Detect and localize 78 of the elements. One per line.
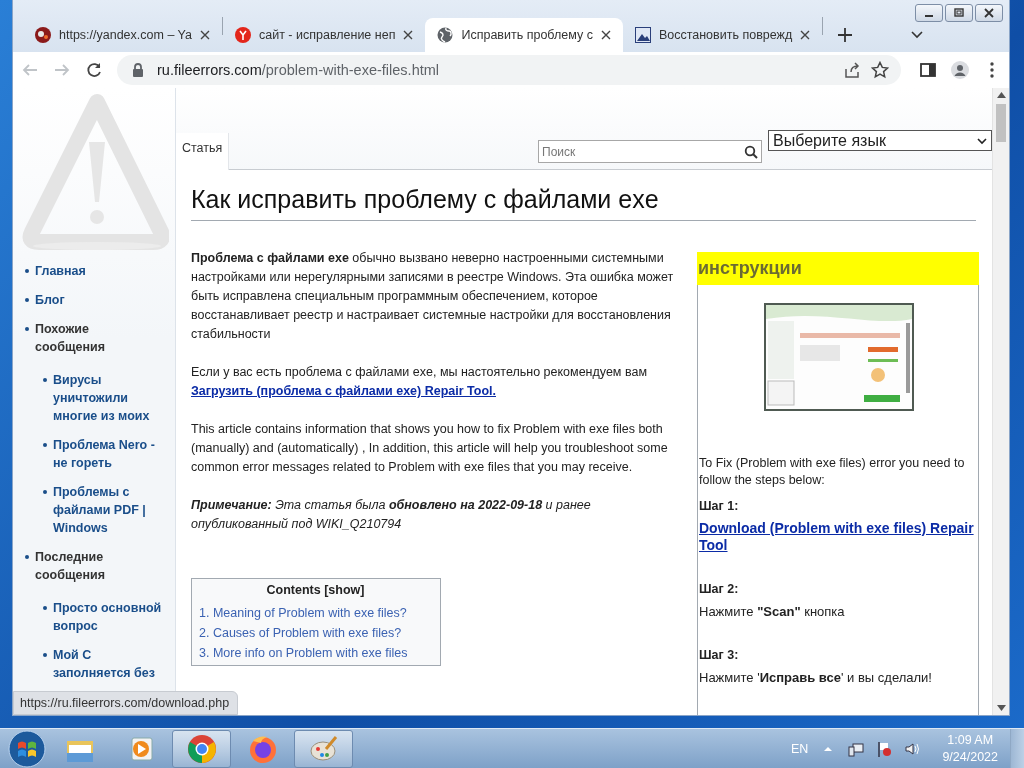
reload-icon[interactable]: [85, 61, 103, 79]
chevron-down-icon: [977, 136, 987, 145]
scroll-up-icon[interactable]: [996, 92, 1006, 98]
sidebar-link[interactable]: Проблемы с файлами PDF | Windows: [53, 483, 169, 537]
bullet-icon: [25, 298, 29, 302]
bullet-icon: [25, 555, 29, 559]
close-icon[interactable]: [199, 30, 210, 40]
bullet-icon: [43, 490, 47, 494]
search-icon[interactable]: [744, 145, 758, 159]
restore-icon[interactable]: [953, 8, 965, 18]
flag-icon[interactable]: [876, 740, 893, 757]
minimize-button[interactable]: [915, 4, 943, 22]
step-label: Шаг 1:: [699, 499, 740, 513]
bullet-icon: [43, 443, 47, 447]
ball-icon: [35, 27, 51, 43]
browser-tab[interactable]: Исправить проблему с: [425, 18, 623, 52]
side-panel-icon[interactable]: [919, 61, 937, 79]
download-link[interactable]: Загрузить (проблема с файлами exe) Repair Tool.: [191, 384, 496, 398]
sidebar-link[interactable]: Блог: [35, 291, 65, 309]
step-label: Шаг 2:: [699, 582, 740, 596]
sidebar-link[interactable]: Вирусы уничтожили многие из моих: [53, 371, 169, 425]
instructions-text: To Fix (Problem with exe files) error you need to follow the steps below:: [699, 455, 966, 489]
step-text: Нажмите "Scan" кнопка: [699, 603, 846, 620]
sidebar-heading: Последние сообщения: [35, 549, 106, 584]
taskbar-button[interactable]: [294, 729, 353, 768]
share-icon[interactable]: [843, 61, 861, 79]
network-icon[interactable]: [848, 740, 865, 757]
chrome-icon: [185, 732, 218, 765]
bullet-icon: [25, 269, 29, 273]
step-label: Шаг 3:: [699, 648, 740, 662]
chevron-down-icon[interactable]: [911, 30, 924, 40]
bullet-icon: [25, 327, 29, 331]
close-icon[interactable]: [983, 8, 995, 18]
sidebar-link[interactable]: Просто основной вопрос: [53, 599, 169, 635]
contents-link[interactable]: 3. More info on Problem with exe files: [199, 643, 432, 663]
paragraph: Если у вас есть проблема с файлами exe, мы настоятельно рекомендуем вам Загрузить (проблема с файлами exe) Repair Tool.: [191, 364, 648, 400]
browser-tab[interactable]: сайт - исправление неп: [222, 18, 426, 52]
volume-icon[interactable]: [904, 740, 921, 757]
start-button[interactable]: [7, 728, 47, 768]
restore-button[interactable]: [945, 4, 973, 22]
scrollbar[interactable]: [992, 88, 1009, 715]
contents-title[interactable]: Contents [show]: [199, 583, 432, 597]
paragraph: Проблема с файлами exe обычно вызвано неверно настроенными системными настройками или нерегулярными записями в реестре Windows. Эта ошибка может быть исправлена специальным программным обеспечением, которое восстанавливает реестр и настраивает системные настройки для восстановления стабильности: [191, 250, 675, 343]
bullet-icon: [43, 606, 47, 610]
close-icon[interactable]: [800, 30, 811, 40]
article-tab[interactable]: Статья: [176, 133, 230, 170]
sidebar-heading: Похожие сообщения: [35, 321, 106, 356]
sidebar-link[interactable]: Главная: [35, 262, 86, 280]
circle-icon: [234, 27, 251, 43]
globe-icon: [437, 27, 454, 43]
scroll-down-icon[interactable]: [996, 705, 1006, 711]
close-button[interactable]: [975, 4, 1003, 22]
bullet-icon: [43, 653, 47, 657]
download-link[interactable]: Download (Problem with exe files) Repair Tool: [699, 520, 978, 554]
profile-icon[interactable]: [951, 61, 969, 79]
scroll-thumb[interactable]: [996, 104, 1006, 142]
bullet-icon: [43, 378, 47, 382]
sidebar-link[interactable]: Проблема Nero - не гореть: [53, 436, 169, 472]
contents-link[interactable]: 2. Causes of Problem with exe files?: [199, 623, 432, 643]
close-icon[interactable]: [403, 30, 414, 40]
browser-tab[interactable]: Восстановить поврежд: [622, 18, 823, 52]
article-title: Как исправить проблему с файлами exe: [191, 182, 976, 221]
plus-icon[interactable]: [837, 27, 854, 43]
language-dropdown[interactable]: Выберите язык: [768, 130, 992, 151]
instructions-header: инструкции: [697, 252, 979, 285]
browser-tab[interactable]: https://yandex.com – Ya: [23, 18, 222, 52]
close-icon[interactable]: [600, 30, 611, 40]
paragraph: Примечание: Эта статья была обновлено на 2022-09-18 и ранее опубликованный под WIKI_Q210794: [191, 497, 592, 533]
sidebar-link[interactable]: Мой С заполняется без: [53, 646, 169, 682]
status-bubble: https://ru.fileerrors.com/download.php: [13, 691, 239, 715]
picture-icon: [634, 27, 651, 43]
taskbar-button[interactable]: [172, 729, 231, 768]
star-icon[interactable]: [871, 61, 889, 79]
address-bar[interactable]: ru.fileerrors.com/problem-with-exe-files.html: [117, 55, 901, 85]
search-field[interactable]: Поиск: [538, 140, 762, 163]
paragraph: This article contains information that shows you how to fix Problem with exe files both (manually) and (automatically) , In addition, this article will help you troubleshoot some common error messages related to Problem with exe files that you may receive.: [191, 421, 669, 476]
step-text: Нажмите 'Исправь все' и вы сделали!: [699, 669, 933, 686]
contents-link[interactable]: 1. Meaning of Problem with exe files?: [199, 603, 432, 623]
